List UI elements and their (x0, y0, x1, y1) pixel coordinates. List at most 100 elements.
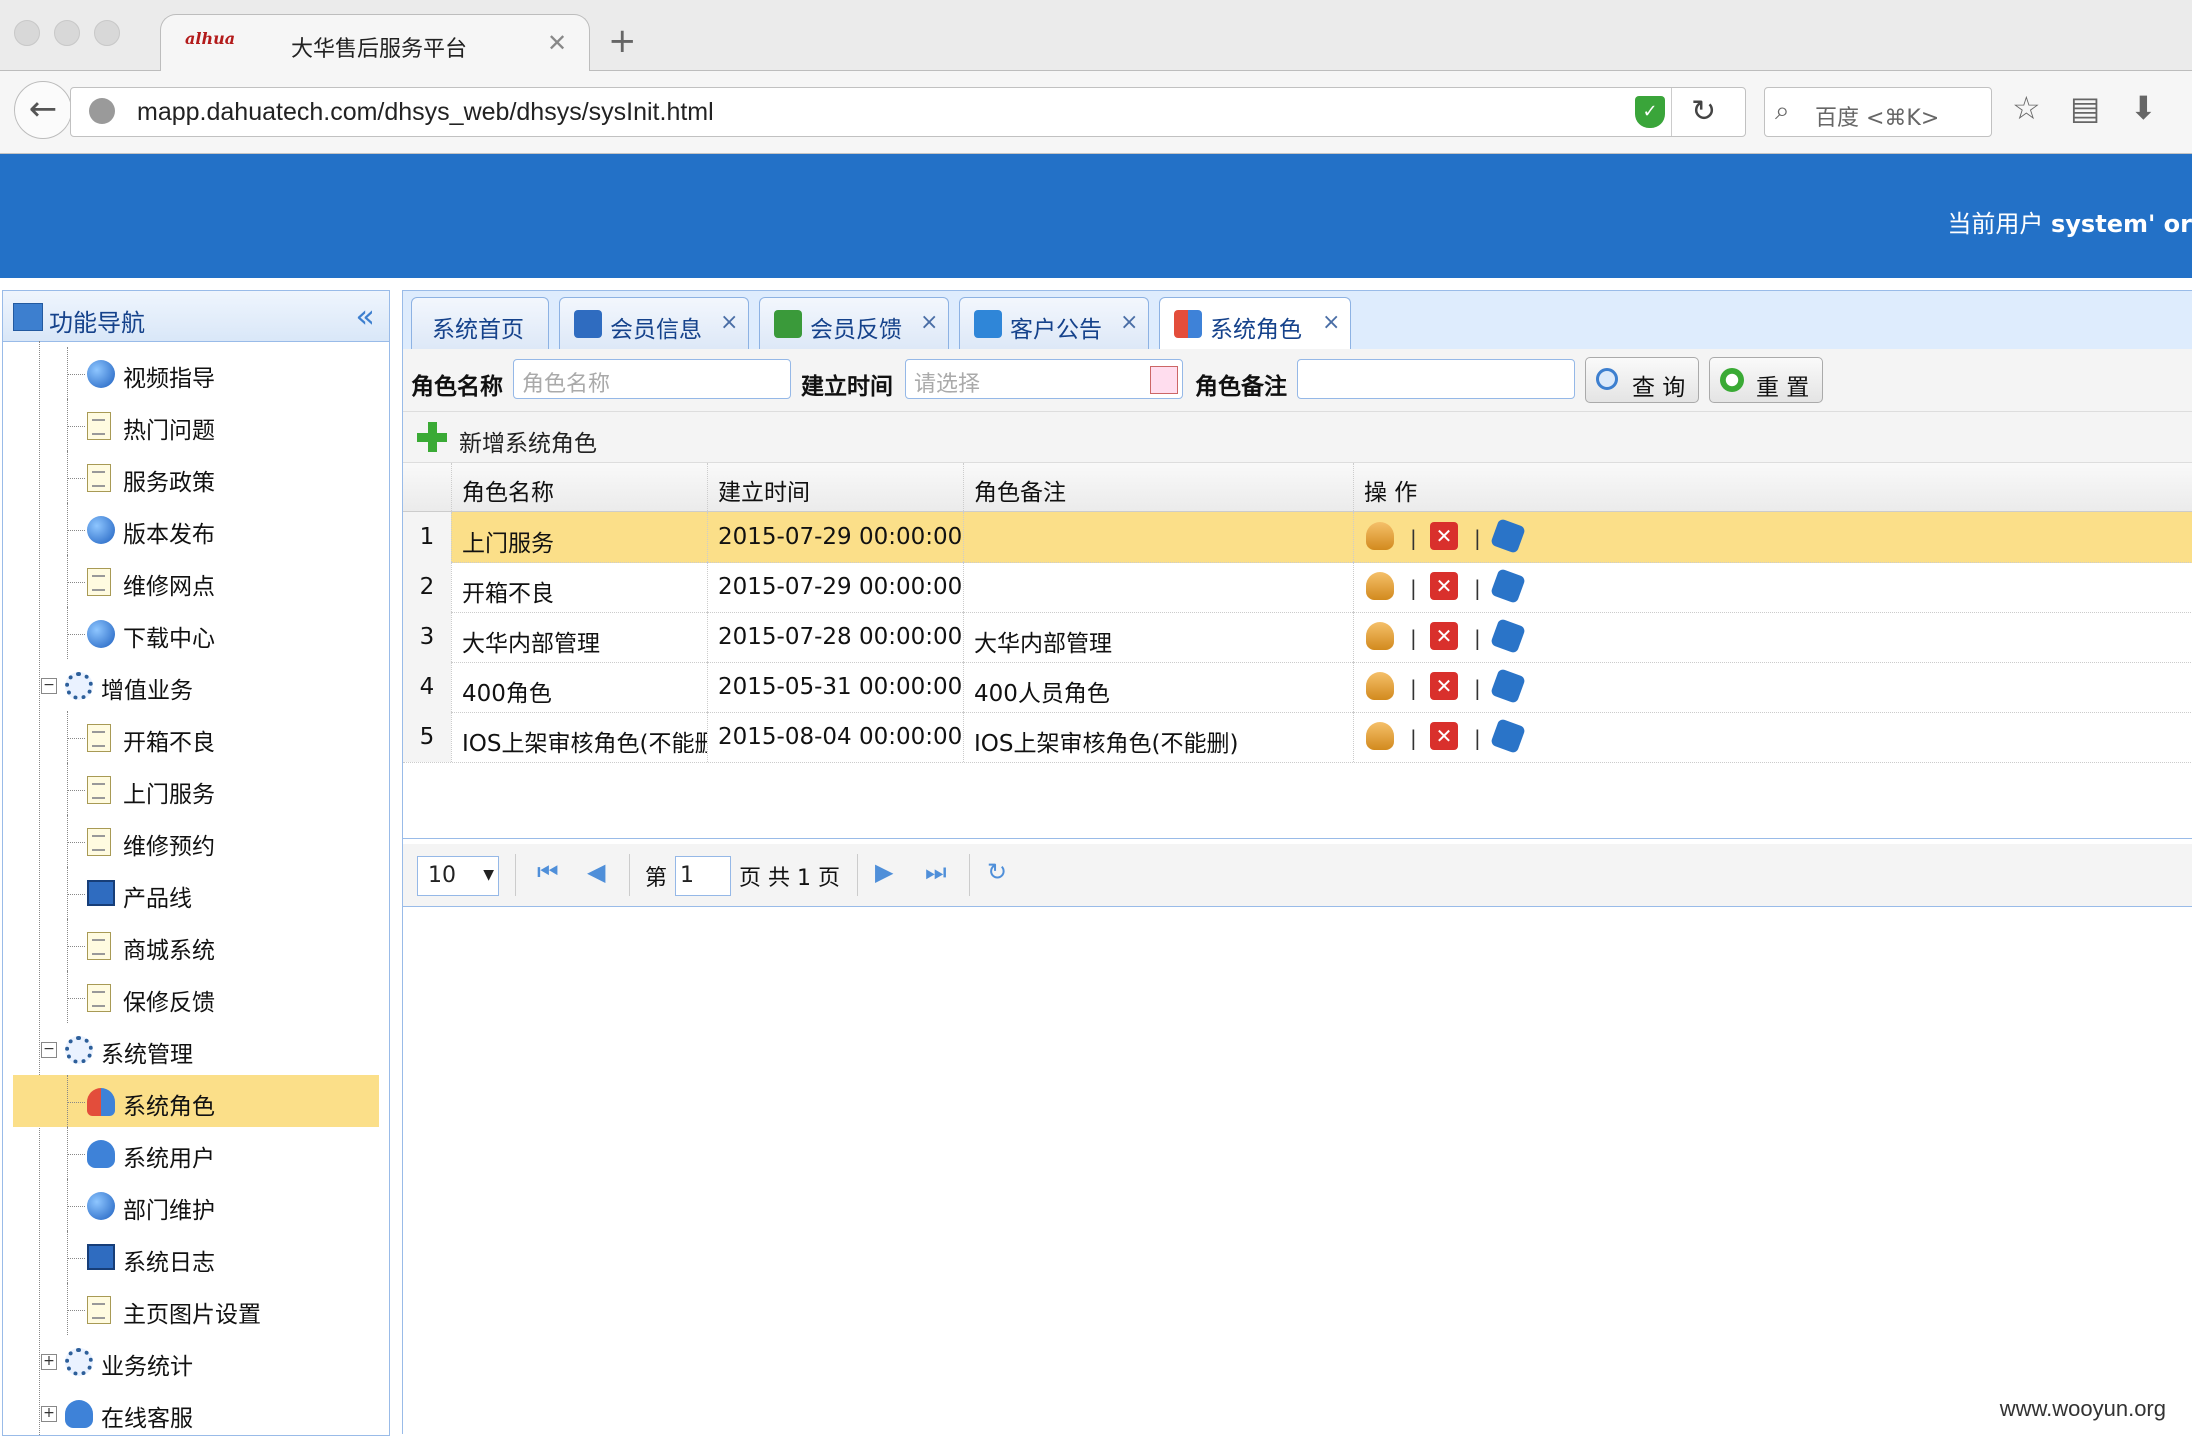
role-name-input[interactable]: 角色名称 (513, 359, 791, 399)
column-header[interactable]: 角色备注 (963, 463, 1353, 511)
gear-icon (65, 672, 93, 700)
role-name-cell: 开箱不良 (451, 562, 707, 612)
tab-label: 客户公告 (1010, 317, 1102, 343)
reload-icon[interactable]: ↻ (1691, 94, 1716, 129)
gear-icon (65, 1036, 93, 1064)
edit-role-icon[interactable] (1366, 522, 1394, 550)
sidebar-item[interactable]: 产品线 (3, 867, 389, 919)
sidebar-item[interactable]: 视频指导 (3, 347, 389, 399)
action-separator: | (1474, 726, 1481, 750)
table-row[interactable]: 4 400角色 2015-05-31 00:00:00 400人员角色 | ✕ | (403, 662, 2192, 713)
delete-role-icon[interactable]: ✕ (1430, 672, 1458, 700)
tree-guide-line (67, 919, 68, 971)
sidebar-item[interactable]: 商城系统 (3, 919, 389, 971)
close-tab-icon[interactable]: × (1120, 310, 1138, 335)
sidebar-item[interactable]: + 业务统计 (3, 1335, 389, 1387)
close-tab-icon[interactable]: ✕ (547, 29, 567, 57)
sidebar-item[interactable]: 主页图片设置 (3, 1283, 389, 1335)
sidebar-item[interactable]: 系统日志 (3, 1231, 389, 1283)
shield-icon[interactable]: ✓ (1635, 96, 1665, 128)
tree-guide-line (67, 530, 85, 531)
sidebar-item[interactable]: 保修反馈 (3, 971, 389, 1023)
collapse-icon[interactable]: − (41, 678, 57, 694)
role-name-label: 角色名称 (411, 374, 503, 400)
bookmark-star-icon[interactable]: ☆ (2012, 89, 2041, 127)
maximize-window-button[interactable] (94, 20, 120, 46)
tree-guide-line (67, 451, 68, 503)
sidebar-item[interactable]: 版本发布 (3, 503, 389, 555)
sidebar-item[interactable]: 维修预约 (3, 815, 389, 867)
permission-icon[interactable] (1490, 718, 1526, 754)
tab[interactable]: 客户公告 × (959, 297, 1149, 349)
sidebar-item[interactable]: 维修网点 (3, 555, 389, 607)
document-icon (87, 724, 111, 752)
sidebar-item-label: 保修反馈 (123, 990, 215, 1016)
permission-icon[interactable] (1490, 568, 1526, 604)
expand-icon[interactable]: + (41, 1354, 57, 1370)
sidebar-item[interactable]: 部门维护 (3, 1179, 389, 1231)
column-header[interactable]: 操 作 (1353, 463, 2192, 511)
expand-icon[interactable]: + (41, 1406, 57, 1422)
sidebar-item[interactable]: 服务政策 (3, 451, 389, 503)
delete-role-icon[interactable]: ✕ (1430, 572, 1458, 600)
minimize-window-button[interactable] (54, 20, 80, 46)
edit-role-icon[interactable] (1366, 672, 1394, 700)
browser-titlebar: alhua 大华售后服务平台 ✕ + (0, 0, 2192, 73)
close-window-button[interactable] (14, 20, 40, 46)
sidebar-item[interactable]: − 增值业务 (3, 659, 389, 711)
tab[interactable]: 会员信息 × (559, 297, 749, 349)
collapse-icon[interactable]: − (41, 1042, 57, 1058)
edit-role-icon[interactable] (1366, 572, 1394, 600)
sidebar-item[interactable]: 下载中心 (3, 607, 389, 659)
last-page-icon[interactable]: ⏭ (925, 858, 947, 886)
table-row[interactable]: 2 开箱不良 2015-07-29 00:00:00 | ✕ | (403, 562, 2192, 613)
close-tab-icon[interactable]: × (920, 310, 938, 335)
next-page-icon[interactable]: ▶ (875, 858, 893, 886)
calendar-icon[interactable] (1150, 366, 1178, 394)
delete-role-icon[interactable]: ✕ (1430, 522, 1458, 550)
reset-button[interactable]: 重 置 (1709, 357, 1823, 403)
download-icon[interactable]: ⬇ (2130, 89, 2157, 127)
column-header[interactable]: 角色名称 (451, 463, 707, 511)
first-page-icon[interactable]: ⏮ (537, 858, 559, 886)
sidebar-item[interactable]: 开箱不良 (3, 711, 389, 763)
delete-role-icon[interactable]: ✕ (1430, 622, 1458, 650)
prev-page-icon[interactable]: ◀ (587, 858, 605, 886)
tab-label: 系统首页 (432, 317, 524, 343)
page-number-input[interactable]: 1 (675, 856, 731, 896)
back-button[interactable]: ← (14, 81, 72, 139)
table-row[interactable]: 1 上门服务 2015-07-29 00:00:00 | ✕ | (403, 512, 2192, 563)
table-row[interactable]: 5 IOS上架审核角色(不能删) 2015-08-04 00:00:00 IOS上架审… (403, 712, 2192, 763)
delete-role-icon[interactable]: ✕ (1430, 722, 1458, 750)
sidebar-item[interactable]: − 系统管理 (3, 1023, 389, 1075)
created-time-input[interactable]: 请选择 (905, 359, 1183, 399)
address-bar[interactable]: mapp.dahuatech.com/dhsys_web/dhsys/sysIn… (70, 87, 1746, 137)
sidebar-item[interactable]: + 在线客服 (3, 1387, 389, 1435)
reading-list-icon[interactable]: ▤ (2070, 89, 2100, 127)
sidebar-item[interactable]: 热门问题 (3, 399, 389, 451)
tab[interactable]: 系统首页 (411, 297, 549, 349)
edit-role-icon[interactable] (1366, 622, 1394, 650)
sidebar-item[interactable]: 上门服务 (3, 763, 389, 815)
tab[interactable]: 会员反馈 × (759, 297, 949, 349)
permission-icon[interactable] (1490, 518, 1526, 554)
browser-tab[interactable]: alhua 大华售后服务平台 ✕ (160, 14, 590, 73)
close-tab-icon[interactable]: × (720, 310, 738, 335)
permission-icon[interactable] (1490, 618, 1526, 654)
refresh-page-icon[interactable]: ↻ (987, 858, 1007, 886)
page-size-select[interactable]: 10 ▼ (417, 856, 499, 896)
sidebar-item[interactable]: 系统用户 (3, 1127, 389, 1179)
role-remark-input[interactable] (1297, 359, 1575, 399)
collapse-sidebar-icon[interactable]: « (355, 297, 375, 335)
table-row[interactable]: 3 大华内部管理 2015-07-28 00:00:00 大华内部管理 | ✕ | (403, 612, 2192, 663)
column-header[interactable]: 建立时间 (707, 463, 963, 511)
tab[interactable]: 系统角色 × (1159, 297, 1351, 350)
new-tab-button[interactable]: + (608, 24, 637, 58)
close-tab-icon[interactable]: × (1322, 310, 1340, 335)
sidebar-item[interactable]: 系统角色 (3, 1075, 389, 1127)
edit-role-icon[interactable] (1366, 722, 1394, 750)
permission-icon[interactable] (1490, 668, 1526, 704)
add-role-button[interactable]: 新增系统角色 (403, 412, 623, 462)
search-input[interactable]: ⌕ 百度 <⌘K> (1764, 87, 1992, 137)
query-button[interactable]: 查 询 (1585, 357, 1699, 403)
